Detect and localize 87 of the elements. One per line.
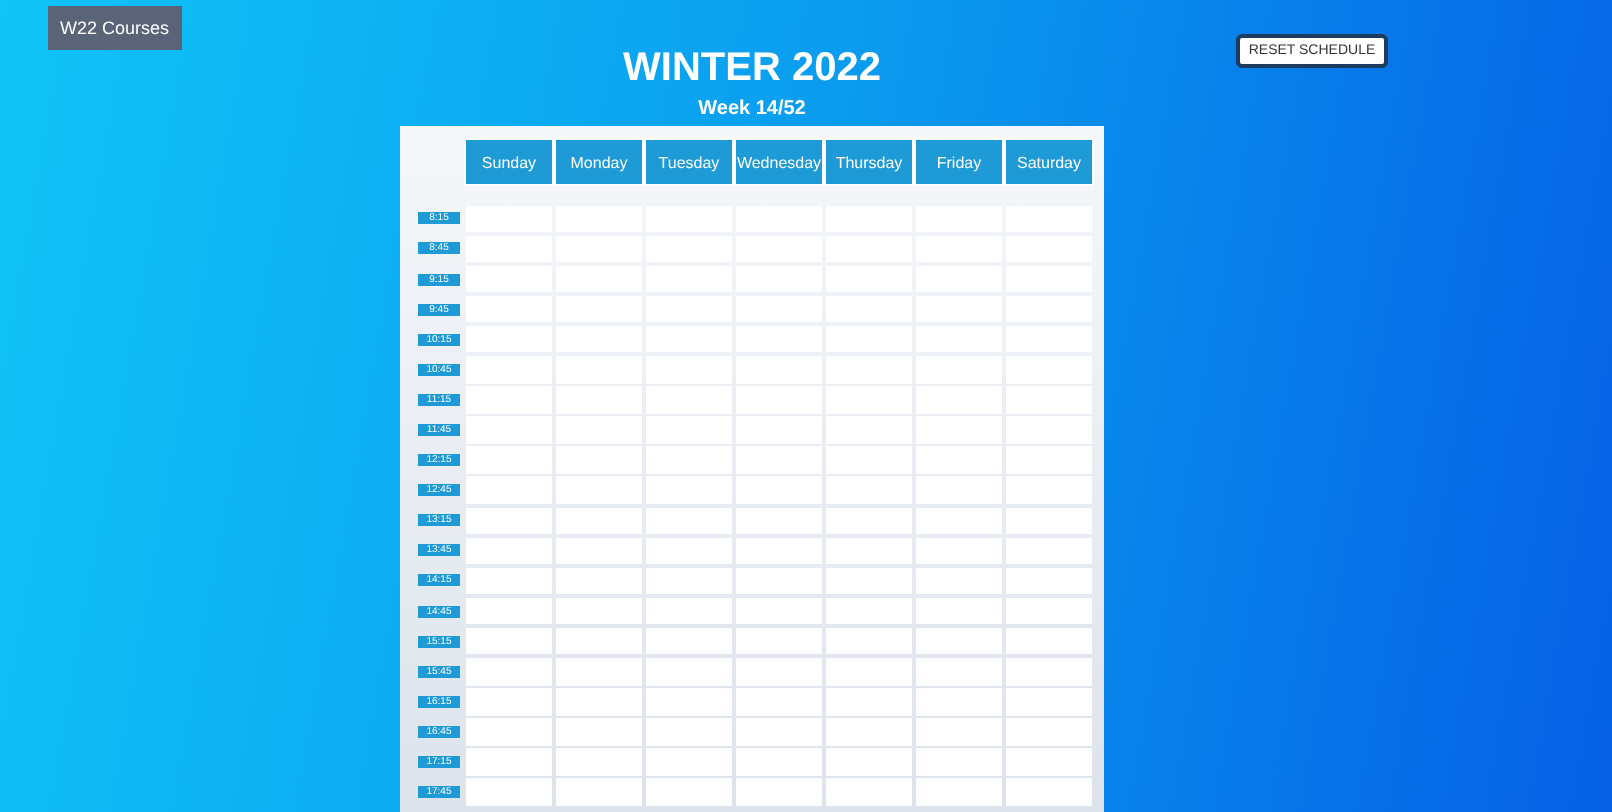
schedule-slot[interactable] xyxy=(646,476,732,504)
schedule-slot[interactable] xyxy=(916,627,1002,655)
schedule-slot[interactable] xyxy=(1006,507,1092,535)
schedule-slot[interactable] xyxy=(556,567,642,595)
schedule-slot[interactable] xyxy=(556,688,642,716)
schedule-slot[interactable] xyxy=(646,627,732,655)
day-header: Monday xyxy=(556,140,642,184)
schedule-slot[interactable] xyxy=(736,718,822,746)
schedule-slot[interactable] xyxy=(916,688,1002,716)
schedule-slot[interactable] xyxy=(646,718,732,746)
schedule-slot[interactable] xyxy=(736,778,822,806)
schedule-slot[interactable] xyxy=(646,507,732,535)
schedule-slot[interactable] xyxy=(1006,627,1092,655)
schedule-slot[interactable] xyxy=(826,597,912,625)
schedule-slot[interactable] xyxy=(916,476,1002,504)
schedule-slot[interactable] xyxy=(826,748,912,776)
schedule-slot[interactable] xyxy=(556,476,642,504)
schedule-slot[interactable] xyxy=(1006,718,1092,746)
schedule-slot[interactable] xyxy=(646,748,732,776)
schedule-slot[interactable] xyxy=(736,476,822,504)
schedule-slot[interactable] xyxy=(826,567,912,595)
schedule-slot[interactable] xyxy=(646,778,732,806)
day-header: Tuesday xyxy=(646,140,732,184)
schedule-slot[interactable] xyxy=(1006,476,1092,504)
schedule-slot[interactable] xyxy=(826,778,912,806)
schedule-slot[interactable] xyxy=(1006,748,1092,776)
schedule-slot[interactable] xyxy=(736,688,822,716)
day-header: Thursday xyxy=(826,140,912,184)
schedule-slot[interactable] xyxy=(736,658,822,685)
schedule-slot[interactable] xyxy=(736,627,822,655)
schedule-slot[interactable] xyxy=(1006,567,1092,595)
schedule-slot[interactable] xyxy=(1006,658,1092,685)
schedule-slot[interactable] xyxy=(916,507,1002,535)
schedule-slot[interactable] xyxy=(826,688,912,716)
schedule-slot[interactable] xyxy=(826,476,912,504)
schedule-slot[interactable] xyxy=(466,627,552,655)
schedule-slot[interactable] xyxy=(1006,537,1092,565)
schedule-slot[interactable] xyxy=(556,718,642,746)
schedule-slot[interactable] xyxy=(646,597,732,625)
schedule-slot[interactable] xyxy=(826,718,912,746)
schedule-slot[interactable] xyxy=(646,688,732,716)
schedule-slot[interactable] xyxy=(1006,778,1092,806)
schedule-slot[interactable] xyxy=(916,597,1002,625)
schedule-slot[interactable] xyxy=(826,537,912,565)
schedule-slot[interactable] xyxy=(646,658,732,685)
schedule-slot[interactable] xyxy=(736,537,822,565)
schedule-slot[interactable] xyxy=(466,597,552,625)
week-label: Week 14/52 xyxy=(698,98,806,122)
term-title: WINTER 2022 xyxy=(623,44,881,92)
schedule-slot[interactable] xyxy=(916,537,1002,565)
schedule-slot[interactable] xyxy=(1006,688,1092,716)
schedule-slot[interactable] xyxy=(556,627,642,655)
schedule-slot[interactable] xyxy=(646,567,732,595)
schedule-slot[interactable] xyxy=(466,748,552,776)
schedule-slot[interactable] xyxy=(466,567,552,595)
schedule-slot[interactable] xyxy=(556,778,642,806)
schedule-slot[interactable] xyxy=(916,567,1002,595)
schedule-slot[interactable] xyxy=(826,658,912,685)
schedule-slot[interactable] xyxy=(916,778,1002,806)
schedule-slot[interactable] xyxy=(556,537,642,565)
schedule-slot[interactable] xyxy=(556,507,642,535)
schedule-slot[interactable] xyxy=(916,658,1002,685)
day-header: Saturday xyxy=(1006,140,1092,184)
day-header: Friday xyxy=(916,140,1002,184)
day-header: Sunday xyxy=(466,140,552,184)
schedule-slot[interactable] xyxy=(556,748,642,776)
courses-button[interactable]: W22 Courses xyxy=(48,6,182,50)
schedule-slot[interactable] xyxy=(466,658,552,685)
schedule-slot[interactable] xyxy=(466,507,552,535)
schedule-slot[interactable] xyxy=(466,778,552,806)
schedule-slot[interactable] xyxy=(916,718,1002,746)
schedule-slot[interactable] xyxy=(736,597,822,625)
schedule-slot[interactable] xyxy=(466,718,552,746)
schedule-slot[interactable] xyxy=(466,537,552,565)
schedule-slot[interactable] xyxy=(466,688,552,716)
schedule-slot[interactable] xyxy=(916,748,1002,776)
schedule-slot[interactable] xyxy=(736,748,822,776)
schedule-slot[interactable] xyxy=(646,537,732,565)
day-header: Wednesday xyxy=(736,140,822,184)
schedule-slot[interactable] xyxy=(466,476,552,504)
schedule-slot[interactable] xyxy=(826,507,912,535)
schedule-slot[interactable] xyxy=(556,658,642,685)
schedule-slot[interactable] xyxy=(736,567,822,595)
schedule-slot[interactable] xyxy=(736,507,822,535)
schedule-slot[interactable] xyxy=(556,597,642,625)
schedule-slot[interactable] xyxy=(826,627,912,655)
schedule-slot[interactable] xyxy=(1006,597,1092,625)
